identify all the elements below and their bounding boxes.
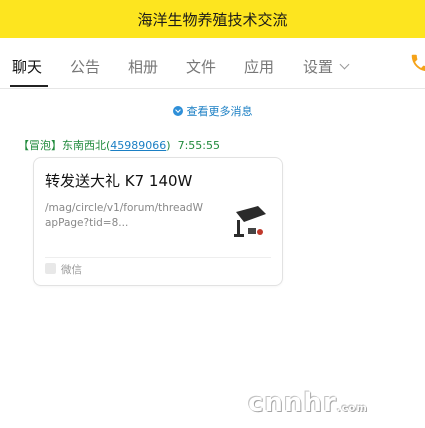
arrow-circle-icon	[172, 106, 183, 116]
sender-id[interactable]: 45989066	[110, 139, 166, 152]
sender-badge: 【冒泡】	[18, 139, 62, 152]
tab-apps[interactable]: 应用	[244, 58, 274, 76]
watermark: cnnhr.com	[248, 388, 368, 418]
title-bar: 海洋生物养殖技术交流	[0, 0, 425, 38]
tab-settings[interactable]: 设置	[303, 58, 350, 76]
message-time: 7:55:55	[177, 139, 220, 152]
tab-announcements[interactable]: 公告	[70, 58, 100, 76]
view-more-messages-link[interactable]: 查看更多消息	[0, 103, 425, 119]
tab-chat[interactable]: 聊天	[12, 58, 42, 76]
card-thumbnail-image	[228, 198, 272, 242]
card-divider	[45, 257, 271, 258]
card-title: 转发送大礼 K7 140W	[45, 172, 193, 190]
watermark-suffix: .com	[336, 403, 368, 414]
tab-settings-label: 设置	[303, 58, 334, 76]
watermark-main: cnnhr	[248, 388, 337, 418]
phone-icon[interactable]	[409, 52, 425, 74]
shared-link-card[interactable]: 转发送大礼 K7 140W /mag/circle/v1/forum/threa…	[33, 157, 283, 286]
card-description: /mag/circle/v1/forum/threadWapPage?tid=8…	[45, 202, 203, 229]
chevron-down-icon	[339, 59, 350, 70]
card-source: 微信	[45, 262, 82, 277]
active-tab-indicator	[10, 85, 48, 87]
sender-id-close: )	[166, 139, 171, 152]
card-source-label: 微信	[61, 264, 82, 276]
message-header: 【冒泡】东南西北(45989066) 7:55:55	[18, 137, 220, 153]
window-title: 海洋生物养殖技术交流	[137, 10, 288, 29]
wechat-icon	[45, 263, 56, 274]
sender-name[interactable]: 东南西北	[62, 139, 106, 152]
view-more-messages-label: 查看更多消息	[186, 105, 253, 118]
tab-files[interactable]: 文件	[186, 58, 216, 76]
tab-bar: 聊天 公告 相册 文件 应用 设置	[0, 38, 425, 89]
tab-album[interactable]: 相册	[128, 58, 158, 76]
